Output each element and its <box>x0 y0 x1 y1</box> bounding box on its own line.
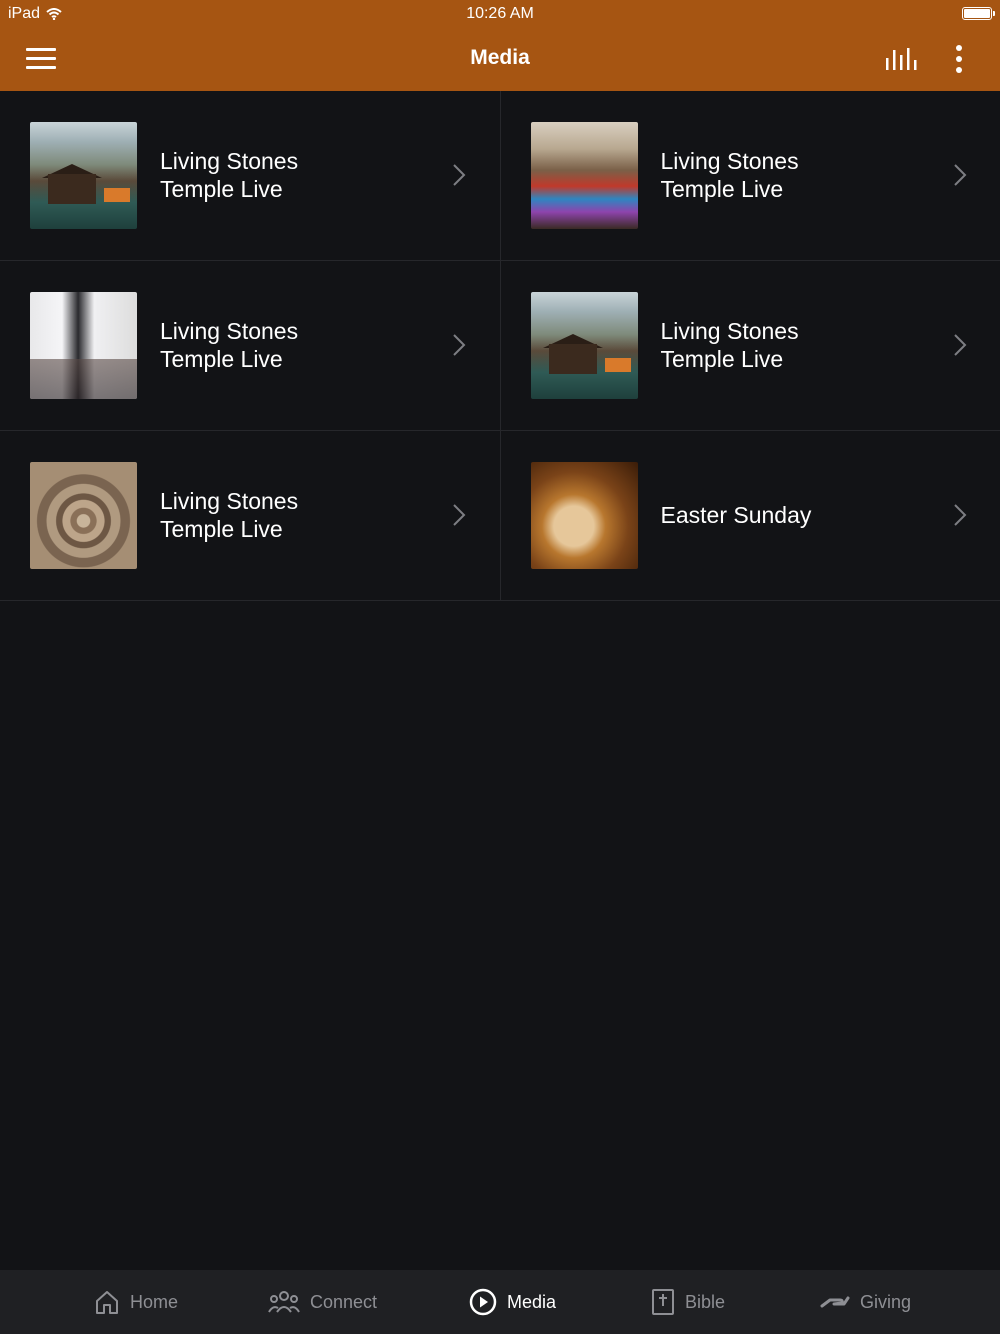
tab-label: Media <box>507 1291 557 1312</box>
equalizer-bars-icon[interactable] <box>884 46 918 72</box>
media-item-title: Living Stones Temple Live <box>160 318 299 372</box>
tab-connect[interactable]: Connect <box>268 1270 377 1334</box>
tab-media[interactable]: Media <box>469 1270 556 1334</box>
app-header: iPad 10:26 AM Media <box>0 0 1000 91</box>
tab-giving[interactable]: Giving <box>820 1270 911 1334</box>
giving-hand-icon <box>820 1296 850 1308</box>
media-row: Living Stones Temple Live Living Stones Te… <box>0 91 1000 261</box>
battery-icon <box>962 7 995 20</box>
media-item[interactable]: Easter Sunday <box>501 431 1000 600</box>
chevron-right-icon <box>453 334 466 356</box>
people-icon <box>268 1291 300 1313</box>
chevron-right-icon <box>953 504 966 526</box>
bible-book-icon <box>652 1289 674 1315</box>
media-item[interactable]: Living Stones Temple Live <box>501 91 1000 260</box>
page-title: Media <box>470 46 530 69</box>
media-item[interactable]: Living Stones Temple Live <box>0 261 501 430</box>
media-thumbnail <box>530 292 638 399</box>
tab-bible[interactable]: Bible <box>651 1270 725 1334</box>
status-bar: iPad 10:26 AM <box>0 0 1000 28</box>
tab-label: Connect <box>310 1291 378 1312</box>
media-item-title: Easter Sunday <box>660 502 812 528</box>
chevron-right-icon <box>453 164 466 186</box>
media-thumbnail <box>530 122 638 229</box>
tab-label: Giving <box>860 1291 912 1312</box>
media-row: Living Stones Temple Live Easter Sunday <box>0 431 1000 601</box>
media-grid: Living Stones Temple Live Living Stones Te… <box>0 91 1000 601</box>
chevron-right-icon <box>953 334 966 356</box>
media-thumbnail <box>30 292 137 399</box>
chevron-right-icon <box>453 504 466 526</box>
house-icon <box>96 1291 118 1314</box>
media-item-title: Living Stones Temple Live <box>660 148 799 202</box>
media-item-title: Living Stones Temple Live <box>160 488 299 542</box>
media-thumbnail <box>30 122 137 229</box>
tab-home[interactable]: Home <box>94 1270 178 1334</box>
status-time: 10:26 AM <box>466 5 534 22</box>
tab-label: Bible <box>685 1291 726 1312</box>
media-thumbnail <box>530 462 638 569</box>
media-item[interactable]: Living Stones Temple Live <box>0 91 501 260</box>
vertical-ellipsis-icon[interactable] <box>950 44 968 74</box>
media-item-title: Living Stones Temple Live <box>660 318 799 372</box>
tab-label: Home <box>130 1291 179 1312</box>
media-item-title: Living Stones Temple Live <box>160 148 299 202</box>
tab-bar: Home Connect Media Bible Giving <box>0 1270 1000 1334</box>
media-item[interactable]: Living Stones Temple Live <box>0 431 501 600</box>
media-thumbnail <box>30 462 137 569</box>
media-row: Living Stones Temple Live Living Stones Te… <box>0 261 1000 431</box>
media-item[interactable]: Living Stones Temple Live <box>501 261 1000 430</box>
play-circle-icon <box>469 1288 497 1316</box>
chevron-right-icon <box>953 164 966 186</box>
